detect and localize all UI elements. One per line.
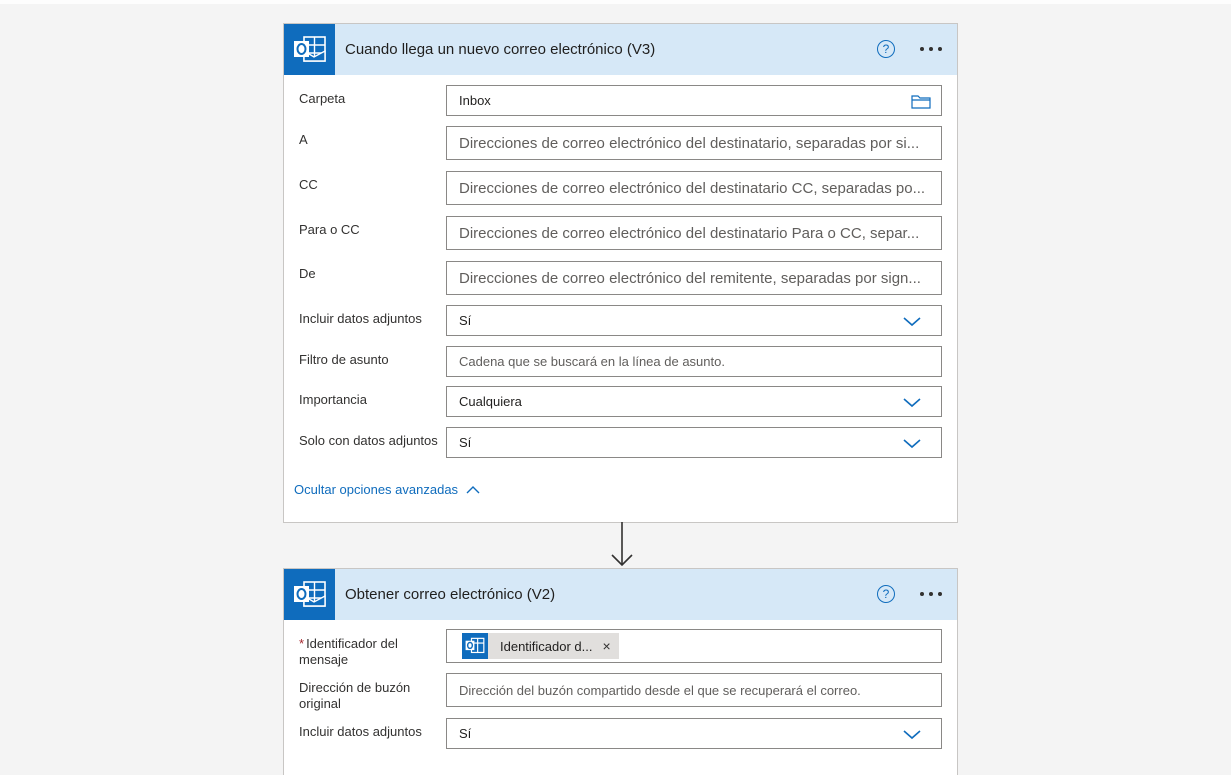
message-id-input[interactable]: Identificador d... × <box>446 629 942 663</box>
subject-filter-placeholder: Cadena que se buscará en la línea de asu… <box>459 354 725 369</box>
only-with-attachments-value: Sí <box>459 435 472 450</box>
remove-token-icon[interactable]: × <box>603 638 619 654</box>
folder-icon[interactable] <box>911 93 931 109</box>
hide-advanced-options-link[interactable]: Ocultar opciones avanzadas <box>294 482 480 497</box>
mailbox-label-line1: Dirección de buzón <box>299 680 411 695</box>
include-attachments-select[interactable]: Sí <box>446 305 942 336</box>
chevron-down-icon <box>903 438 921 448</box>
action-card: Obtener correo electrónico (V2) ? * Ident… <box>283 568 958 775</box>
outlook-icon <box>284 24 335 75</box>
required-marker: * <box>299 636 305 651</box>
action-include-attachments-select[interactable]: Sí <box>446 718 942 749</box>
chevron-down-icon <box>903 316 921 326</box>
mailbox-placeholder: Dirección del buzón compartido desde el … <box>459 682 861 698</box>
subject-filter-input[interactable]: Cadena que se buscará en la línea de asu… <box>446 346 942 377</box>
only-with-attachments-label: Solo con datos adjuntos <box>299 433 438 448</box>
more-options-icon[interactable] <box>918 36 944 62</box>
importance-select[interactable]: Cualquiera <box>446 386 942 417</box>
to-or-cc-placeholder: Direcciones de correo electrónico del de… <box>459 224 920 242</box>
message-id-label-line2: mensaje <box>299 652 349 667</box>
more-options-icon[interactable] <box>918 581 944 607</box>
action-title: Obtener correo electrónico (V2) <box>345 586 556 603</box>
to-label: A <box>299 132 308 147</box>
message-id-label: * Identificador del mensaje <box>299 636 398 668</box>
mailbox-label: Dirección de buzón original <box>299 680 410 712</box>
action-include-attachments-label: Incluir datos adjuntos <box>299 724 422 739</box>
trigger-card-header[interactable]: Cuando llega un nuevo correo electrónico… <box>284 24 957 75</box>
to-or-cc-input[interactable]: Direcciones de correo electrónico del de… <box>446 216 942 250</box>
importance-value: Cualquiera <box>459 394 522 409</box>
flow-connector-arrow <box>611 522 633 567</box>
message-id-label-line1: Identificador del <box>306 636 398 651</box>
action-include-attachments-value: Sí <box>459 726 472 741</box>
folder-label: Carpeta <box>299 91 346 106</box>
from-label: De <box>299 266 316 281</box>
subject-filter-label: Filtro de asunto <box>299 352 389 367</box>
mailbox-input[interactable]: Dirección del buzón compartido desde el … <box>446 673 942 707</box>
outlook-icon <box>284 569 335 620</box>
cc-label: CC <box>299 177 318 192</box>
outlook-token-icon <box>462 633 488 659</box>
message-id-token-text: Identificador d... <box>500 638 593 654</box>
mailbox-label-line2: original <box>299 696 341 711</box>
from-placeholder: Direcciones de correo electrónico del re… <box>459 269 921 287</box>
trigger-title: Cuando llega un nuevo correo electrónico… <box>345 41 656 58</box>
action-card-header[interactable]: Obtener correo electrónico (V2) ? <box>284 569 957 620</box>
folder-field[interactable]: Inbox <box>446 85 942 116</box>
include-attachments-label: Incluir datos adjuntos <box>299 311 422 326</box>
chevron-down-icon <box>903 729 921 739</box>
to-or-cc-label: Para o CC <box>299 222 360 237</box>
folder-value: Inbox <box>459 93 491 108</box>
hide-advanced-options-label: Ocultar opciones avanzadas <box>294 482 459 497</box>
help-icon[interactable]: ? <box>877 585 895 603</box>
from-input[interactable]: Direcciones de correo electrónico del re… <box>446 261 942 295</box>
importance-label: Importancia <box>299 392 367 407</box>
cc-placeholder: Direcciones de correo electrónico del de… <box>459 179 926 197</box>
only-with-attachments-select[interactable]: Sí <box>446 427 942 458</box>
chevron-up-icon <box>466 486 480 494</box>
include-attachments-value: Sí <box>459 313 472 328</box>
chevron-down-icon <box>903 397 921 407</box>
message-id-token[interactable]: Identificador d... × <box>462 633 619 659</box>
help-icon[interactable]: ? <box>877 40 895 58</box>
to-placeholder: Direcciones de correo electrónico del de… <box>459 134 920 152</box>
top-strip <box>0 0 1231 4</box>
to-input[interactable]: Direcciones de correo electrónico del de… <box>446 126 942 160</box>
cc-input[interactable]: Direcciones de correo electrónico del de… <box>446 171 942 205</box>
trigger-card: Cuando llega un nuevo correo electrónico… <box>283 23 958 523</box>
